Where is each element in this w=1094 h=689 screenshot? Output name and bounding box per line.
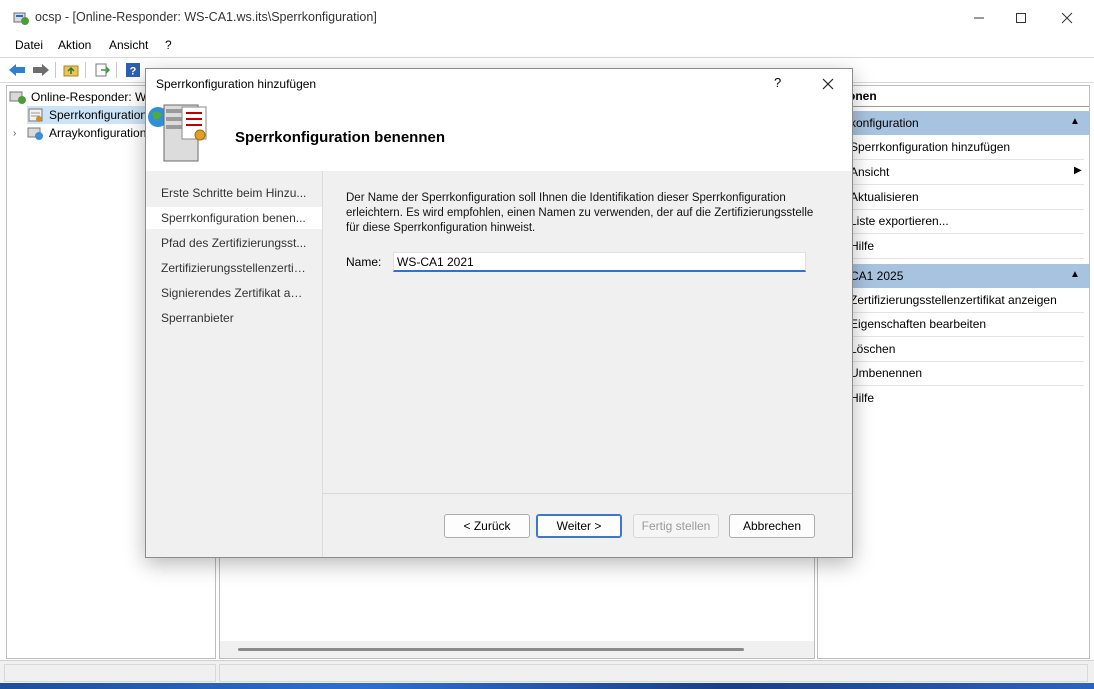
dialog-title: Sperrkonfiguration hinzufügen — [156, 77, 317, 91]
tree-item-root[interactable]: Online-Responder: WS — [9, 88, 154, 106]
svg-text:?: ? — [130, 66, 137, 78]
name-label: Name: — [346, 255, 382, 269]
action-help[interactable]: Hilfe — [818, 234, 1084, 259]
dialog-title-bar: Sperrkonfiguration hinzufügen ? — [146, 69, 852, 99]
action-view[interactable]: Ansicht ▶ — [818, 160, 1084, 185]
wizard-step[interactable]: Signierendes Zertifikat au... — [146, 282, 322, 304]
wizard-step-label: Sperranbieter — [161, 311, 234, 325]
wizard-steps: Erste Schritte beim Hinzu... Sperrkonfig… — [146, 171, 323, 557]
actions-pane: onen konfiguration ▲ Sperrkonfiguration … — [817, 85, 1090, 659]
action-add-revocation-config[interactable]: Sperrkonfiguration hinzufügen — [818, 135, 1084, 160]
forward-arrow-icon[interactable] — [32, 61, 50, 79]
action-label: Sperrkonfiguration hinzufügen — [850, 140, 1011, 154]
wizard-step[interactable]: Zertifizierungsstellenzertif... — [146, 257, 322, 279]
collapse-triangle-icon[interactable]: ▲ — [1070, 269, 1080, 280]
section-header-label: konfiguration — [850, 116, 919, 130]
tree-item-arraykonfiguration[interactable]: › Arraykonfiguration — [13, 124, 146, 142]
horizontal-scrollbar[interactable] — [220, 641, 814, 658]
wizard-step-active[interactable]: Sperrkonfiguration benen... — [146, 207, 322, 229]
action-refresh[interactable]: Aktualisieren — [818, 185, 1084, 210]
action-label: Zertifizierungsstellenzertifikat anzeige… — [850, 293, 1057, 307]
online-responder-icon — [9, 91, 26, 104]
expand-chevron-icon[interactable]: › — [13, 128, 27, 139]
up-folder-icon[interactable] — [62, 61, 80, 79]
action-label: Hilfe — [850, 391, 875, 405]
status-panel — [219, 664, 1088, 682]
wizard-step-label: Sperrkonfiguration benen... — [161, 211, 306, 225]
server-certificate-icon — [148, 99, 212, 165]
action-delete[interactable]: Löschen — [818, 337, 1084, 362]
action-label: Liste exportieren... — [850, 214, 949, 228]
action-label: Ansicht — [850, 165, 890, 179]
export-list-icon[interactable] — [93, 61, 111, 79]
wizard-step-label: Pfad des Zertifizierungsst... — [161, 236, 307, 250]
actions-title: onen — [818, 86, 1089, 107]
toolbar-separator — [116, 62, 117, 78]
tree-item-label: Online-Responder: WS — [31, 90, 155, 104]
action-view-ca-certificate[interactable]: Zertifizierungsstellenzertifikat anzeige… — [818, 288, 1084, 313]
wizard-step[interactable]: Pfad des Zertifizierungsst... — [146, 232, 322, 254]
menu-bar: Datei Aktion Ansicht ? — [0, 36, 1094, 56]
footer-divider — [323, 493, 852, 494]
action-export-list[interactable]: Liste exportieren... — [818, 209, 1084, 234]
wizard-step-label: Signierendes Zertifikat au... — [161, 286, 307, 300]
revocation-config-icon — [28, 108, 43, 122]
wizard-step[interactable]: Erste Schritte beim Hinzu... — [146, 182, 322, 204]
wizard-content: Der Name der Sperrkonfiguration soll Ihn… — [323, 171, 852, 491]
close-button[interactable] — [1044, 0, 1090, 36]
action-label: Eigenschaften bearbeiten — [850, 317, 987, 331]
menu-ansicht[interactable]: Ansicht — [109, 38, 148, 52]
dialog-heading: Sperrkonfiguration benennen — [235, 129, 446, 146]
wizard-step-label: Zertifizierungsstellenzertif... — [161, 261, 307, 275]
action-label: Umbenennen — [850, 366, 923, 380]
tree-item-label: Arraykonfiguration — [49, 126, 147, 140]
menu-aktion[interactable]: Aktion — [58, 38, 91, 52]
toolbar-separator — [55, 62, 56, 78]
submenu-arrow-icon: ▶ — [1074, 165, 1082, 176]
status-panel — [4, 664, 216, 682]
close-icon — [822, 78, 834, 90]
title-bar: ocsp - [Online-Responder: WS-CA1.ws.its\… — [0, 0, 1094, 36]
menu-help[interactable]: ? — [165, 38, 172, 52]
menu-datei[interactable]: Datei — [15, 38, 43, 52]
cancel-button[interactable]: Abbrechen — [729, 514, 815, 538]
name-input[interactable] — [393, 252, 806, 272]
description-text: Der Name der Sperrkonfiguration soll Ihn… — [346, 192, 814, 234]
wizard-step[interactable]: Sperranbieter — [146, 307, 322, 329]
array-config-icon — [27, 127, 43, 140]
back-button[interactable]: < Zurück — [444, 514, 530, 538]
help-icon[interactable]: ? — [124, 61, 142, 79]
action-label: Aktualisieren — [850, 190, 919, 204]
scrollbar-thumb[interactable] — [238, 648, 744, 651]
desktop-background-strip — [0, 683, 1094, 689]
add-revocation-config-dialog: Sperrkonfiguration hinzufügen ? Sperrkon… — [145, 68, 853, 558]
next-button[interactable]: Weiter > — [536, 514, 622, 538]
action-label: Löschen — [850, 342, 896, 356]
window-title: ocsp - [Online-Responder: WS-CA1.ws.its\… — [35, 10, 377, 24]
status-bar — [0, 660, 1094, 683]
action-edit-properties[interactable]: Eigenschaften bearbeiten — [818, 312, 1084, 337]
minimize-button[interactable] — [956, 0, 1002, 36]
maximize-button[interactable] — [998, 0, 1044, 36]
collapse-triangle-icon[interactable]: ▲ — [1070, 116, 1080, 127]
action-help[interactable]: Hilfe — [818, 386, 1084, 410]
section-header-label: CA1 2025 — [850, 269, 904, 283]
back-arrow-icon[interactable] — [8, 61, 26, 79]
dialog-header: Sperrkonfiguration benennen — [146, 99, 852, 171]
dialog-help-button[interactable]: ? — [774, 75, 781, 90]
tree-item-label: Sperrkonfiguration — [49, 108, 148, 122]
finish-button[interactable]: Fertig stellen — [633, 514, 719, 538]
actions-section-header[interactable]: CA1 2025 ▲ — [818, 264, 1089, 288]
action-rename[interactable]: Umbenennen — [818, 361, 1084, 386]
toolbar-separator — [85, 62, 86, 78]
app-icon — [12, 9, 30, 27]
dialog-close-button[interactable] — [816, 72, 840, 96]
action-label: Hilfe — [850, 239, 875, 253]
wizard-step-label: Erste Schritte beim Hinzu... — [161, 186, 307, 200]
actions-section-header[interactable]: konfiguration ▲ — [818, 111, 1089, 135]
